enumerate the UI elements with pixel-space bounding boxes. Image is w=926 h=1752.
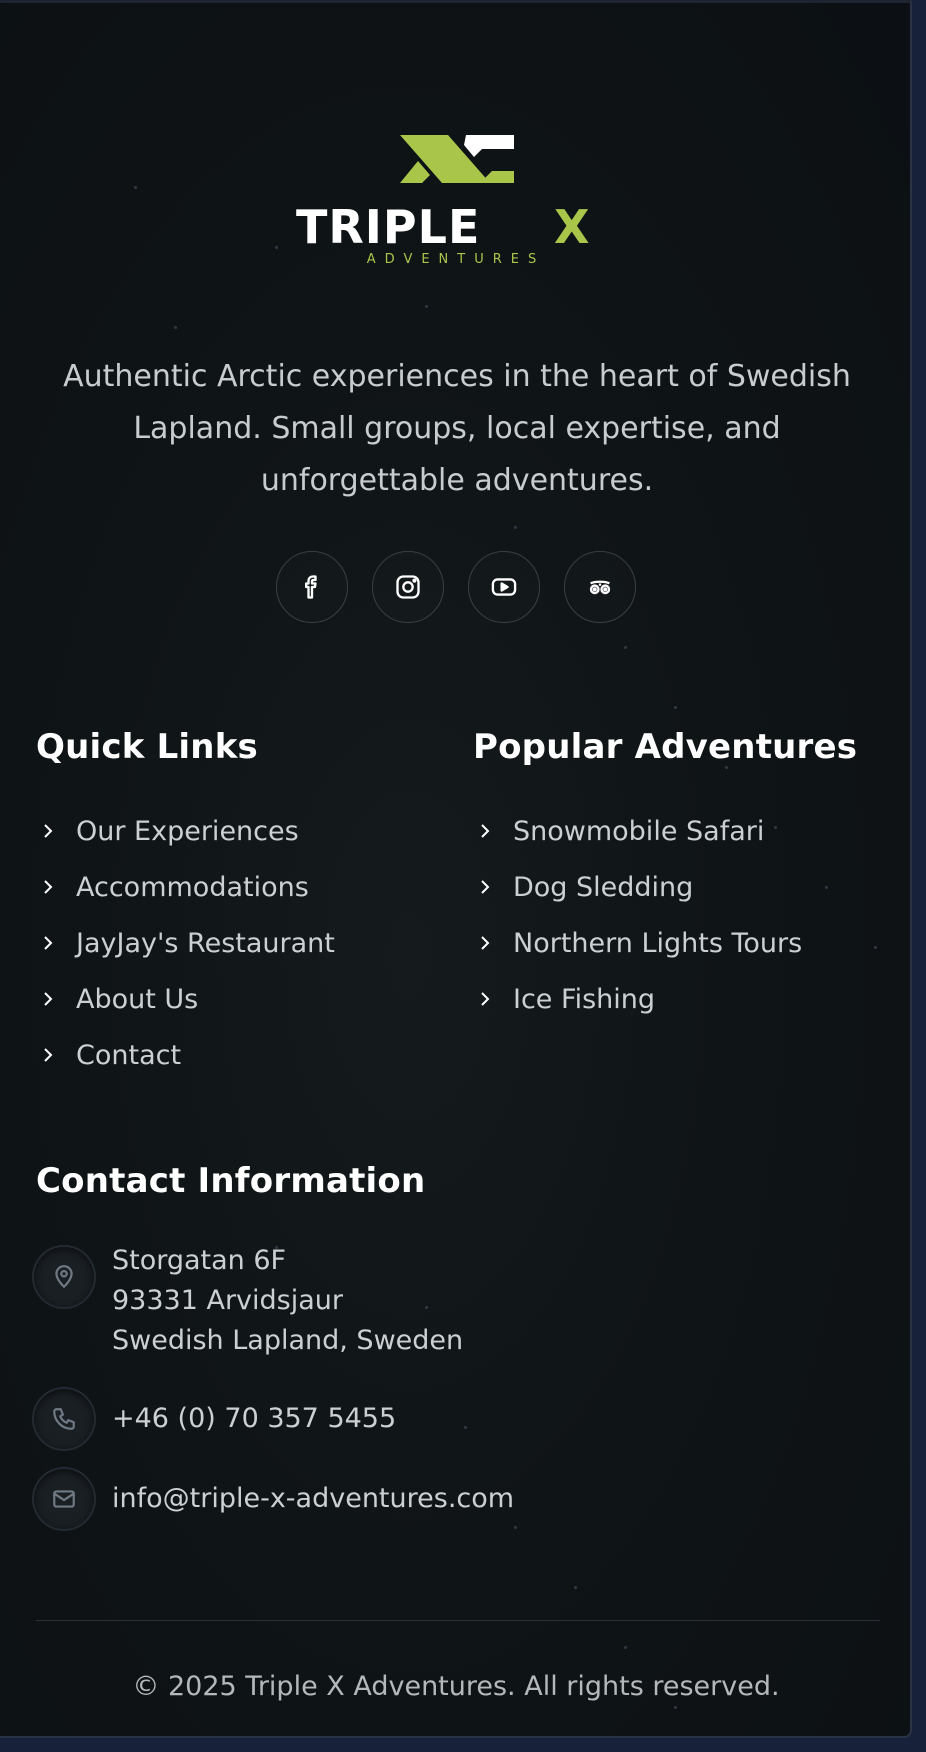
instagram-icon xyxy=(396,575,420,599)
youtube-icon xyxy=(491,578,517,596)
chevron-right-icon xyxy=(36,933,76,953)
quick-link-label: Accommodations xyxy=(76,871,309,903)
contact-address: Storgatan 6F 93331 Arvidsjaur Swedish La… xyxy=(34,1245,464,1361)
phone-icon xyxy=(34,1389,94,1449)
quick-links-heading: Quick Links xyxy=(36,727,258,767)
decorative-star xyxy=(574,1586,577,1589)
quick-link-accommodations[interactable]: Accommodations xyxy=(36,859,436,915)
quick-link-restaurant[interactable]: JayJay's Restaurant xyxy=(36,915,436,971)
site-footer: TRIPLE X ADVENTURES Authentic Arctic exp… xyxy=(0,0,912,1738)
quick-link-label: About Us xyxy=(76,983,199,1015)
adventure-link-label: Dog Sledding xyxy=(513,871,694,903)
quick-link-contact[interactable]: Contact xyxy=(36,1027,436,1083)
decorative-star xyxy=(514,526,517,529)
decorative-star xyxy=(464,1426,467,1429)
popular-adventures-heading: Popular Adventures xyxy=(473,727,858,767)
chevron-right-icon xyxy=(473,821,513,841)
adventure-link-label: Northern Lights Tours xyxy=(513,927,803,959)
popular-adventures-list: Snowmobile Safari Dog Sledding Northern … xyxy=(473,803,893,1027)
adventure-link-label: Ice Fishing xyxy=(513,983,656,1015)
adventure-link-northern-lights[interactable]: Northern Lights Tours xyxy=(473,915,893,971)
logo-subtitle: ADVENTURES xyxy=(367,252,545,267)
facebook-link[interactable] xyxy=(276,551,348,623)
decorative-star xyxy=(134,186,137,189)
chevron-right-icon xyxy=(473,989,513,1009)
contact-phone: +46 (0) 70 357 5455 xyxy=(34,1389,396,1449)
chevron-right-icon xyxy=(36,1045,76,1065)
decorative-star xyxy=(674,706,677,709)
adventure-link-ice-fishing[interactable]: Ice Fishing xyxy=(473,971,893,1027)
decorative-star xyxy=(514,1526,517,1529)
decorative-star xyxy=(624,646,627,649)
chevron-right-icon xyxy=(36,877,76,897)
adventure-link-snowmobile[interactable]: Snowmobile Safari xyxy=(473,803,893,859)
quick-link-label: Contact xyxy=(76,1039,182,1071)
tripadvisor-icon xyxy=(589,580,611,595)
location-pin-icon xyxy=(34,1247,94,1307)
social-links xyxy=(276,551,636,623)
chevron-right-icon xyxy=(36,821,76,841)
address-line: 93331 Arvidsjaur xyxy=(112,1285,343,1316)
logo-wordmark-x: X xyxy=(554,200,589,254)
youtube-link[interactable] xyxy=(468,551,540,623)
copyright-text: © 2025 Triple X Adventures. All rights r… xyxy=(132,1671,780,1702)
decorative-star xyxy=(425,305,428,308)
phone-link[interactable]: +46 (0) 70 357 5455 xyxy=(112,1399,396,1439)
quick-link-our-experiences[interactable]: Our Experiences xyxy=(36,803,436,859)
mail-icon xyxy=(34,1469,94,1529)
quick-link-label: Our Experiences xyxy=(76,815,299,847)
chevron-right-icon xyxy=(473,933,513,953)
adventure-link-label: Snowmobile Safari xyxy=(513,815,765,847)
decorative-star xyxy=(624,1646,627,1649)
footer-divider xyxy=(36,1620,880,1621)
brand-logo[interactable]: TRIPLE X ADVENTURES xyxy=(296,131,616,267)
chevron-right-icon xyxy=(36,989,76,1009)
quick-link-label: JayJay's Restaurant xyxy=(76,927,335,959)
contact-email: info@triple-x-adventures.com xyxy=(34,1469,514,1529)
quick-links-list: Our Experiences Accommodations JayJay's … xyxy=(36,803,436,1083)
facebook-icon xyxy=(305,575,317,599)
decorative-star xyxy=(275,246,278,249)
chevron-right-icon xyxy=(473,877,513,897)
email-link[interactable]: info@triple-x-adventures.com xyxy=(112,1479,514,1519)
adventure-link-dog-sledding[interactable]: Dog Sledding xyxy=(473,859,893,915)
instagram-link[interactable] xyxy=(372,551,444,623)
logo-wordmark: TRIPLE xyxy=(296,200,480,254)
contact-heading: Contact Information xyxy=(36,1161,426,1201)
address-line: Storgatan 6F xyxy=(112,1245,287,1276)
decorative-star xyxy=(674,1706,677,1709)
address-line: Swedish Lapland, Sweden xyxy=(112,1325,464,1356)
logo-mark-icon xyxy=(400,135,514,183)
tripadvisor-link[interactable] xyxy=(564,551,636,623)
quick-link-about-us[interactable]: About Us xyxy=(36,971,436,1027)
footer-tagline: Authentic Arctic experiences in the hear… xyxy=(63,359,851,498)
decorative-star xyxy=(174,326,177,329)
